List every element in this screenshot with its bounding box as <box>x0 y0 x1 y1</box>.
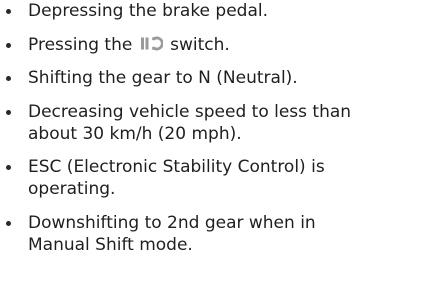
item-text-continued: Manual Shift mode. <box>28 234 193 255</box>
condition-list: Depressing the brake pedal. Pressing the… <box>0 0 431 267</box>
bullet-icon <box>6 9 11 14</box>
list-item: Pressing the switch. <box>0 34 431 56</box>
bullet-icon <box>6 109 11 115</box>
auto-stop-hold-switch-icon <box>140 36 163 50</box>
item-text: Pressing the switch. <box>28 34 431 56</box>
item-text-suffix: switch. <box>170 34 230 55</box>
item-text-continued: operating. <box>28 179 116 199</box>
list-item: Decreasing vehicle speed to less than ab… <box>0 101 431 145</box>
item-text-continued: about 30 km/h (20 mph). <box>28 123 242 144</box>
list-item: Shifting the gear to N (Neutral). <box>0 67 431 89</box>
item-text: Downshifting to 2nd gear when in <box>28 212 316 233</box>
item-text-prefix: Pressing the <box>28 34 133 55</box>
bullet-icon <box>6 76 11 81</box>
bullet-icon <box>6 220 11 226</box>
item-text: ESC (Electronic Stability Control) is <box>28 157 325 177</box>
item-text: Decreasing vehicle speed to less than <box>28 101 352 122</box>
item-text: Shifting the gear to N (Neutral). <box>28 68 298 88</box>
list-item: Downshifting to 2nd gear when in Manual … <box>0 212 431 256</box>
bullet-icon <box>6 165 11 170</box>
list-item: ESC (Electronic Stability Control) is op… <box>0 156 431 200</box>
bullet-icon <box>6 42 11 48</box>
item-text: Depressing the brake pedal. <box>28 1 269 21</box>
list-item: Depressing the brake pedal. <box>0 0 431 22</box>
